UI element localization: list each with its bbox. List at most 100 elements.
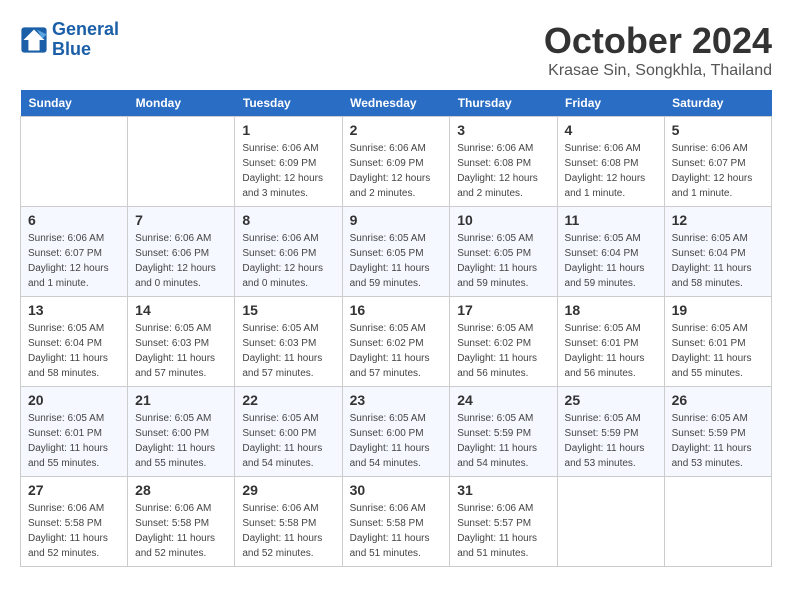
- day-number: 25: [565, 392, 657, 408]
- day-detail: Sunrise: 6:05 AM Sunset: 6:04 PM Dayligh…: [672, 231, 764, 291]
- calendar-cell: 11Sunrise: 6:05 AM Sunset: 6:04 PM Dayli…: [557, 207, 664, 297]
- day-detail: Sunrise: 6:06 AM Sunset: 5:58 PM Dayligh…: [135, 501, 227, 561]
- calendar-cell: [557, 477, 664, 567]
- location-subtitle: Krasae Sin, Songkhla, Thailand: [544, 62, 772, 80]
- calendar-cell: 27Sunrise: 6:06 AM Sunset: 5:58 PM Dayli…: [21, 477, 128, 567]
- day-number: 8: [242, 212, 334, 228]
- day-detail: Sunrise: 6:05 AM Sunset: 6:02 PM Dayligh…: [350, 321, 443, 381]
- day-number: 5: [672, 122, 764, 138]
- calendar-cell: 13 Sunrise: 6:05 AM Sunset: 6:04 PM Dayli…: [21, 297, 128, 387]
- calendar-cell: [664, 477, 771, 567]
- day-detail: Sunrise: 6:05 AM Sunset: 6:00 PM Dayligh…: [350, 411, 443, 471]
- week-row-3: 13 Sunrise: 6:05 AM Sunset: 6:04 PM Dayli…: [21, 297, 772, 387]
- week-row-5: 27Sunrise: 6:06 AM Sunset: 5:58 PM Dayli…: [21, 477, 772, 567]
- calendar-cell: 7 Sunrise: 6:06 AM Sunset: 6:06 PM Daylig…: [128, 207, 235, 297]
- day-number: 31: [457, 482, 549, 498]
- calendar-cell: 17 Sunrise: 6:05 AM Sunset: 6:02 PM Dayli…: [450, 297, 557, 387]
- calendar-cell: 23 Sunrise: 6:05 AM Sunset: 6:00 PM Dayli…: [342, 387, 450, 477]
- day-detail: Sunrise: 6:06 AM Sunset: 6:08 PM Dayligh…: [565, 141, 657, 201]
- calendar-cell: 29 Sunrise: 6:06 AM Sunset: 5:58 PM Dayli…: [235, 477, 342, 567]
- day-number: 23: [350, 392, 443, 408]
- day-detail: Sunrise: 6:05 AM Sunset: 6:02 PM Dayligh…: [457, 321, 549, 381]
- calendar-cell: 9 Sunrise: 6:05 AM Sunset: 6:05 PM Daylig…: [342, 207, 450, 297]
- day-detail: Sunrise: 6:05 AM Sunset: 6:01 PM Dayligh…: [565, 321, 657, 381]
- calendar-cell: 8 Sunrise: 6:06 AM Sunset: 6:06 PM Daylig…: [235, 207, 342, 297]
- calendar-cell: [21, 117, 128, 207]
- calendar-cell: 4 Sunrise: 6:06 AM Sunset: 6:08 PM Daylig…: [557, 117, 664, 207]
- day-number: 21: [135, 392, 227, 408]
- day-detail: Sunrise: 6:05 AM Sunset: 5:59 PM Dayligh…: [565, 411, 657, 471]
- day-detail: Sunrise: 6:05 AM Sunset: 6:04 PM Dayligh…: [28, 321, 120, 381]
- day-detail: Sunrise: 6:06 AM Sunset: 6:07 PM Dayligh…: [28, 231, 120, 291]
- day-detail: Sunrise: 6:05 AM Sunset: 6:03 PM Dayligh…: [242, 321, 334, 381]
- logo-icon: [20, 26, 48, 54]
- day-number: 16: [350, 302, 443, 318]
- day-number: 30: [350, 482, 443, 498]
- calendar-cell: 31 Sunrise: 6:06 AM Sunset: 5:57 PM Dayli…: [450, 477, 557, 567]
- weekday-header-monday: Monday: [128, 90, 235, 117]
- logo-line2: Blue: [52, 39, 91, 59]
- day-number: 20: [28, 392, 120, 408]
- day-detail: Sunrise: 6:06 AM Sunset: 6:09 PM Dayligh…: [350, 141, 443, 201]
- logo-line1: General: [52, 19, 119, 39]
- day-number: 18: [565, 302, 657, 318]
- day-number: 14: [135, 302, 227, 318]
- day-number: 2: [350, 122, 443, 138]
- calendar-cell: 10 Sunrise: 6:05 AM Sunset: 6:05 PM Dayli…: [450, 207, 557, 297]
- day-number: 24: [457, 392, 549, 408]
- day-detail: Sunrise: 6:05 AM Sunset: 6:00 PM Dayligh…: [242, 411, 334, 471]
- calendar-cell: 24 Sunrise: 6:05 AM Sunset: 5:59 PM Dayli…: [450, 387, 557, 477]
- day-number: 9: [350, 212, 443, 228]
- day-detail: Sunrise: 6:06 AM Sunset: 6:07 PM Dayligh…: [672, 141, 764, 201]
- month-title: October 2024: [544, 20, 772, 62]
- day-number: 19: [672, 302, 764, 318]
- day-detail: Sunrise: 6:06 AM Sunset: 6:06 PM Dayligh…: [242, 231, 334, 291]
- weekday-header-wednesday: Wednesday: [342, 90, 450, 117]
- weekday-header-sunday: Sunday: [21, 90, 128, 117]
- day-number: 29: [242, 482, 334, 498]
- day-number: 10: [457, 212, 549, 228]
- day-number: 13: [28, 302, 120, 318]
- calendar-cell: 30Sunrise: 6:06 AM Sunset: 5:58 PM Dayli…: [342, 477, 450, 567]
- day-detail: Sunrise: 6:05 AM Sunset: 6:01 PM Dayligh…: [28, 411, 120, 471]
- calendar-cell: 21 Sunrise: 6:05 AM Sunset: 6:00 PM Dayli…: [128, 387, 235, 477]
- weekday-header-friday: Friday: [557, 90, 664, 117]
- calendar-cell: 22 Sunrise: 6:05 AM Sunset: 6:00 PM Dayli…: [235, 387, 342, 477]
- calendar-cell: 16 Sunrise: 6:05 AM Sunset: 6:02 PM Dayli…: [342, 297, 450, 387]
- day-number: 15: [242, 302, 334, 318]
- week-row-2: 6Sunrise: 6:06 AM Sunset: 6:07 PM Daylig…: [21, 207, 772, 297]
- day-number: 17: [457, 302, 549, 318]
- header: General Blue October 2024 Krasae Sin, So…: [20, 20, 772, 80]
- day-detail: Sunrise: 6:05 AM Sunset: 5:59 PM Dayligh…: [457, 411, 549, 471]
- day-number: 7: [135, 212, 227, 228]
- day-number: 22: [242, 392, 334, 408]
- day-detail: Sunrise: 6:06 AM Sunset: 6:08 PM Dayligh…: [457, 141, 549, 201]
- day-detail: Sunrise: 6:06 AM Sunset: 6:09 PM Dayligh…: [242, 141, 334, 201]
- day-detail: Sunrise: 6:05 AM Sunset: 6:01 PM Dayligh…: [672, 321, 764, 381]
- calendar-cell: 18 Sunrise: 6:05 AM Sunset: 6:01 PM Dayli…: [557, 297, 664, 387]
- title-area: October 2024 Krasae Sin, Songkhla, Thail…: [544, 20, 772, 80]
- day-detail: Sunrise: 6:05 AM Sunset: 6:05 PM Dayligh…: [457, 231, 549, 291]
- day-detail: Sunrise: 6:05 AM Sunset: 6:00 PM Dayligh…: [135, 411, 227, 471]
- day-detail: Sunrise: 6:06 AM Sunset: 6:06 PM Dayligh…: [135, 231, 227, 291]
- calendar-cell: 26Sunrise: 6:05 AM Sunset: 5:59 PM Dayli…: [664, 387, 771, 477]
- calendar-cell: 25 Sunrise: 6:05 AM Sunset: 5:59 PM Dayli…: [557, 387, 664, 477]
- calendar-cell: 14 Sunrise: 6:05 AM Sunset: 6:03 PM Dayli…: [128, 297, 235, 387]
- calendar-cell: 5 Sunrise: 6:06 AM Sunset: 6:07 PM Daylig…: [664, 117, 771, 207]
- calendar-cell: 28Sunrise: 6:06 AM Sunset: 5:58 PM Dayli…: [128, 477, 235, 567]
- day-detail: Sunrise: 6:05 AM Sunset: 6:05 PM Dayligh…: [350, 231, 443, 291]
- day-number: 4: [565, 122, 657, 138]
- day-detail: Sunrise: 6:06 AM Sunset: 5:58 PM Dayligh…: [28, 501, 120, 561]
- day-detail: Sunrise: 6:06 AM Sunset: 5:57 PM Dayligh…: [457, 501, 549, 561]
- day-number: 12: [672, 212, 764, 228]
- calendar-cell: 19 Sunrise: 6:05 AM Sunset: 6:01 PM Dayli…: [664, 297, 771, 387]
- logo-text: General Blue: [52, 20, 119, 60]
- weekday-header-row: SundayMondayTuesdayWednesdayThursdayFrid…: [21, 90, 772, 117]
- day-detail: Sunrise: 6:06 AM Sunset: 5:58 PM Dayligh…: [242, 501, 334, 561]
- logo: General Blue: [20, 20, 119, 60]
- day-number: 3: [457, 122, 549, 138]
- day-number: 1: [242, 122, 334, 138]
- day-detail: Sunrise: 6:05 AM Sunset: 6:03 PM Dayligh…: [135, 321, 227, 381]
- day-number: 11: [565, 212, 657, 228]
- calendar-cell: 15 Sunrise: 6:05 AM Sunset: 6:03 PM Dayli…: [235, 297, 342, 387]
